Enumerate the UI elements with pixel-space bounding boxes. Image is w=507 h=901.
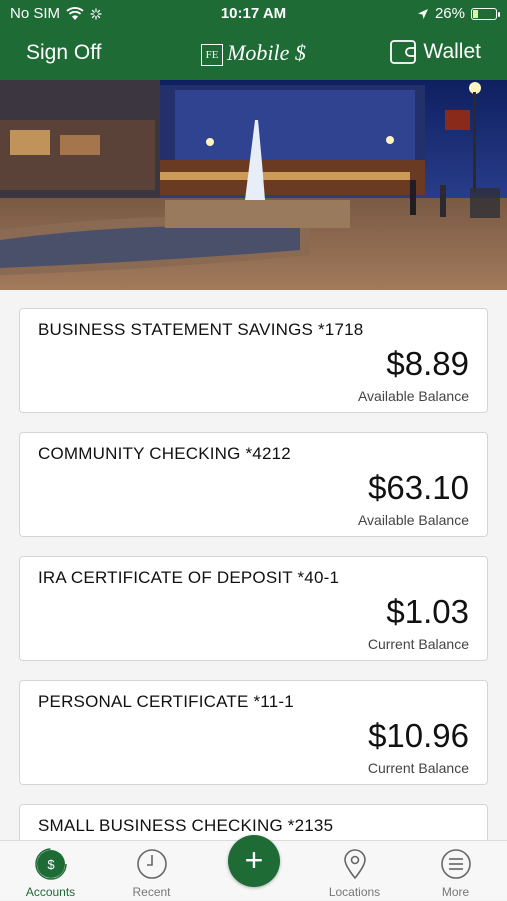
account-name: PERSONAL CERTIFICATE *11-1 bbox=[38, 692, 294, 711]
menu-icon bbox=[441, 849, 471, 879]
location-arrow-icon bbox=[417, 8, 428, 19]
tab-label: Recent bbox=[132, 885, 171, 899]
wallet-icon bbox=[390, 40, 417, 64]
balance-type: Available Balance bbox=[357, 512, 469, 528]
account-card[interactable]: COMMUNITY CHECKING *4212 $63.10 Availabl… bbox=[19, 432, 488, 537]
account-name: COMMUNITY CHECKING *4212 bbox=[38, 444, 291, 463]
account-name: BUSINESS STATEMENT SAVINGS *1718 bbox=[38, 320, 364, 339]
wallet-button[interactable]: Wallet bbox=[389, 38, 481, 66]
account-name: IRA CERTIFICATE OF DEPOSIT *40-1 bbox=[38, 568, 340, 587]
tab-recent[interactable]: Recent bbox=[101, 841, 202, 901]
battery-icon bbox=[471, 7, 500, 20]
plaza-fountain-photo bbox=[0, 80, 507, 290]
battery-percent: 26% bbox=[434, 5, 465, 22]
balance-type: Current Balance bbox=[367, 760, 469, 776]
tab-label: More bbox=[441, 885, 470, 899]
svg-text:$: $ bbox=[47, 857, 55, 872]
logo-mark: FE bbox=[201, 43, 224, 66]
account-balance: $1.03 bbox=[386, 593, 469, 630]
tab-locations[interactable]: Locations bbox=[304, 841, 405, 901]
accounts-list: BUSINESS STATEMENT SAVINGS *1718 $8.89 A… bbox=[0, 290, 507, 840]
status-bar: No SIM 10:17 AM 26% bbox=[0, 0, 507, 28]
battery-fill bbox=[473, 9, 478, 18]
map-pin-icon bbox=[344, 849, 366, 880]
clock-icon bbox=[137, 849, 167, 879]
account-balance: $63.10 bbox=[368, 469, 469, 506]
logo-text: Mobile $ bbox=[227, 40, 306, 65]
app-header: Sign Off FE Mobile $ Wallet bbox=[0, 28, 507, 80]
account-card[interactable]: BUSINESS STATEMENT SAVINGS *1718 $8.89 A… bbox=[19, 308, 488, 413]
account-balance: $8.89 bbox=[386, 345, 469, 382]
account-balance: $10.96 bbox=[368, 717, 469, 754]
balance-type: Current Balance bbox=[367, 636, 469, 652]
tab-accounts[interactable]: $ Accounts bbox=[0, 841, 101, 901]
hero-image bbox=[0, 80, 507, 290]
account-card[interactable]: IRA CERTIFICATE OF DEPOSIT *40-1 $1.03 C… bbox=[19, 556, 488, 661]
tab-label: Accounts bbox=[25, 885, 76, 899]
add-button[interactable]: + bbox=[228, 835, 280, 887]
wallet-label: Wallet bbox=[423, 40, 481, 63]
dollar-icon: $ bbox=[35, 848, 67, 880]
tab-label: Locations bbox=[328, 885, 381, 899]
tab-more[interactable]: More bbox=[405, 841, 506, 901]
account-card[interactable]: PERSONAL CERTIFICATE *11-1 $10.96 Curren… bbox=[19, 680, 488, 785]
account-name: SMALL BUSINESS CHECKING *2135 bbox=[38, 816, 334, 835]
status-right: 26% bbox=[417, 5, 500, 22]
balance-type: Available Balance bbox=[357, 388, 469, 404]
